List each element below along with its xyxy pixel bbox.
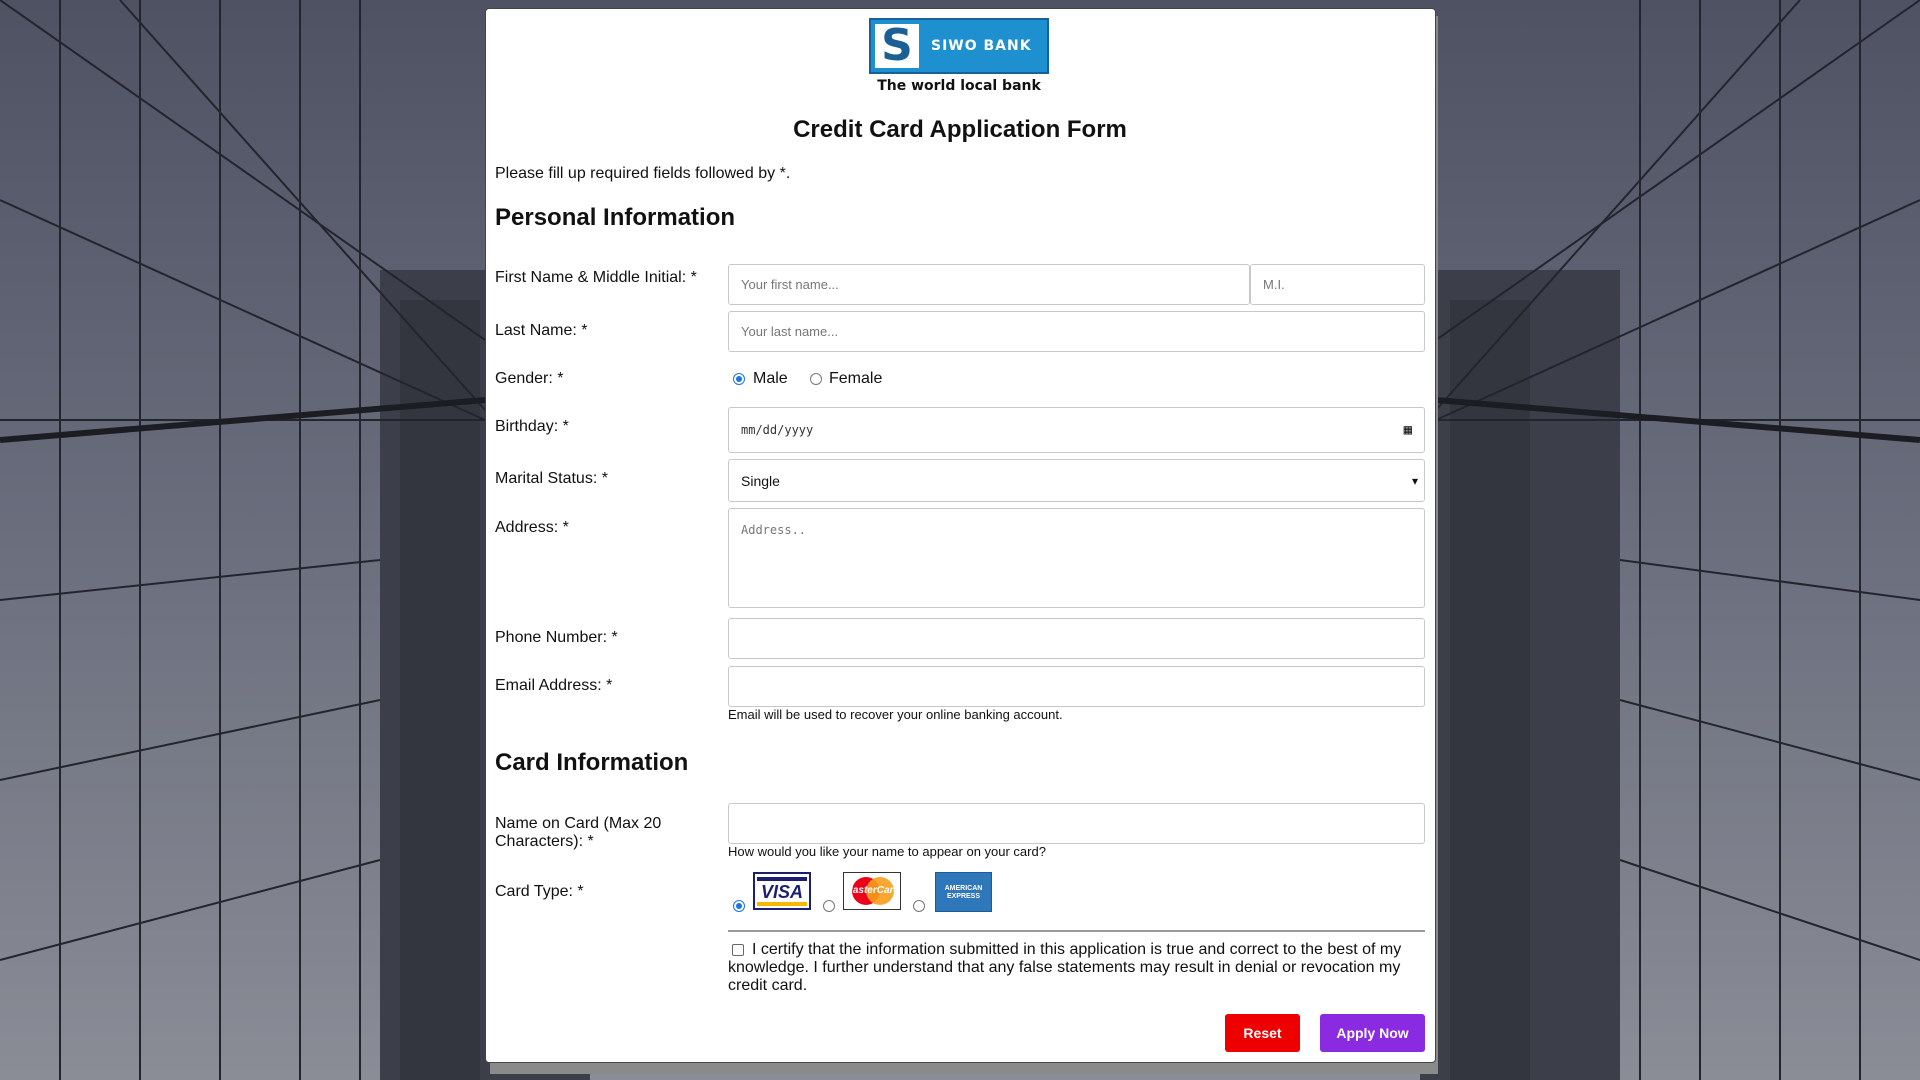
apply-now-button[interactable]: Apply Now <box>1320 1014 1425 1052</box>
logo-box: S SIWO BANK <box>869 18 1049 74</box>
gender-female-label: Female <box>829 370 883 387</box>
card-info-heading: Card Information <box>495 749 689 776</box>
birthday-placeholder: mm/dd/yyyy <box>741 423 814 437</box>
first-name-label: First Name & Middle Initial: * <box>495 269 697 286</box>
page-title: Credit Card Application Form <box>793 116 1127 143</box>
marital-status-select[interactable]: Single ▾ <box>728 459 1425 502</box>
marital-status-value: Single <box>741 472 780 489</box>
birthday-input[interactable]: mm/dd/yyyy ▦ <box>728 407 1425 453</box>
mastercard-card-icon[interactable]: MasterCard <box>843 872 901 910</box>
phone-label: Phone Number: * <box>495 629 618 646</box>
amex-card-icon[interactable]: AMERICAN EXPRESS <box>935 872 992 912</box>
name-on-card-input[interactable] <box>728 803 1425 844</box>
email-label: Email Address: * <box>495 677 613 694</box>
last-name-input[interactable]: Your last name... <box>728 311 1425 352</box>
divider <box>728 930 1425 932</box>
card-type-mastercard-radio[interactable] <box>823 900 835 912</box>
certify-text: I certify that the information submitted… <box>728 941 1402 994</box>
gender-male-radio[interactable] <box>733 373 745 385</box>
email-hint: Email will be used to recover your onlin… <box>728 707 1063 722</box>
birthday-label: Birthday: * <box>495 418 569 435</box>
first-name-input[interactable]: Your first name... <box>728 264 1250 305</box>
middle-initial-input[interactable]: M.I. <box>1250 264 1425 305</box>
card-type-amex-radio[interactable] <box>913 900 925 912</box>
email-input[interactable] <box>728 666 1425 707</box>
phone-input[interactable] <box>728 618 1425 659</box>
card-type-visa-radio[interactable] <box>733 900 745 912</box>
last-name-label: Last Name: * <box>495 322 588 339</box>
address-textarea[interactable]: Address.. <box>728 508 1425 608</box>
visa-card-icon[interactable]: VISA <box>753 872 811 910</box>
calendar-icon[interactable]: ▦ <box>1404 422 1412 438</box>
visa-card-text: VISA <box>760 882 803 902</box>
logo-tagline: The world local bank <box>877 78 1041 94</box>
gender-label: Gender: * <box>495 370 564 387</box>
marital-status-label: Marital Status: * <box>495 470 608 487</box>
name-on-card-hint: How would you like your name to appear o… <box>728 844 1046 859</box>
amex-card-text: AMERICAN EXPRESS <box>944 885 983 900</box>
chevron-down-icon: ▾ <box>1411 473 1418 488</box>
bank-logo: S SIWO BANK The world local bank <box>869 18 1049 98</box>
logo-letter: S <box>875 24 919 68</box>
reset-button[interactable]: Reset <box>1225 1014 1300 1052</box>
card-type-label: Card Type: * <box>495 883 584 900</box>
name-on-card-label: Name on Card (Max 20 Characters): * <box>495 815 662 850</box>
gender-female-radio[interactable] <box>810 373 822 385</box>
mastercard-card-text: MasterCard <box>844 885 900 896</box>
personal-info-heading: Personal Information <box>495 204 736 231</box>
address-label: Address: * <box>495 519 569 536</box>
logo-name: SIWO BANK <box>931 38 1032 54</box>
gender-male-label: Male <box>753 370 788 387</box>
intro-text: Please fill up required fields followed … <box>495 165 791 182</box>
